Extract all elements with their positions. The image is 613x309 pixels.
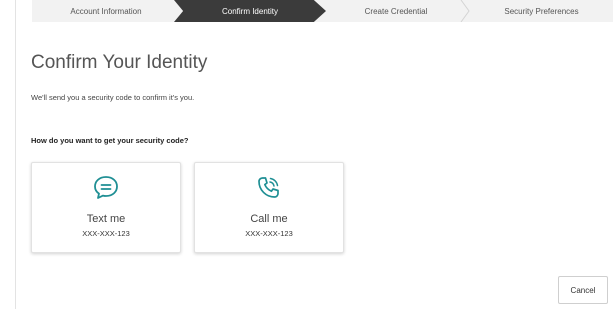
- step-label: Create Credential: [364, 6, 428, 16]
- progress-stepper: Account Information Create Credential Se…: [32, 0, 613, 22]
- chat-bubble-icon: [32, 173, 180, 203]
- step-confirm-identity: Confirm Identity: [174, 0, 326, 22]
- page-subtitle: We'll send you a security code to confir…: [31, 93, 195, 102]
- content-divider: [15, 0, 16, 309]
- step-account-information: Account Information: [32, 0, 180, 22]
- option-label: Text me: [86, 213, 126, 225]
- masked-phone-number: XXX-XXX-123: [82, 229, 130, 238]
- step-label: Confirm Identity: [221, 6, 279, 16]
- step-security-preferences: Security Preferences: [470, 0, 613, 22]
- step-label: Account Information: [70, 6, 142, 16]
- masked-phone-number: XXX-XXX-123: [245, 229, 293, 238]
- phone-call-icon: [195, 173, 343, 203]
- cancel-button[interactable]: Cancel: [558, 276, 608, 304]
- option-label: Call me: [250, 213, 288, 225]
- delivery-question: How do you want to get your security cod…: [31, 136, 189, 145]
- page-title: Confirm Your Identity: [31, 52, 208, 73]
- step-label: Security Preferences: [504, 6, 579, 16]
- step-create-credential: Create Credential: [322, 0, 470, 22]
- text-me-option[interactable]: Text me XXX-XXX-123: [31, 162, 181, 253]
- call-me-option[interactable]: Call me XXX-XXX-123: [194, 162, 344, 253]
- step-separator-chevron: [460, 0, 470, 22]
